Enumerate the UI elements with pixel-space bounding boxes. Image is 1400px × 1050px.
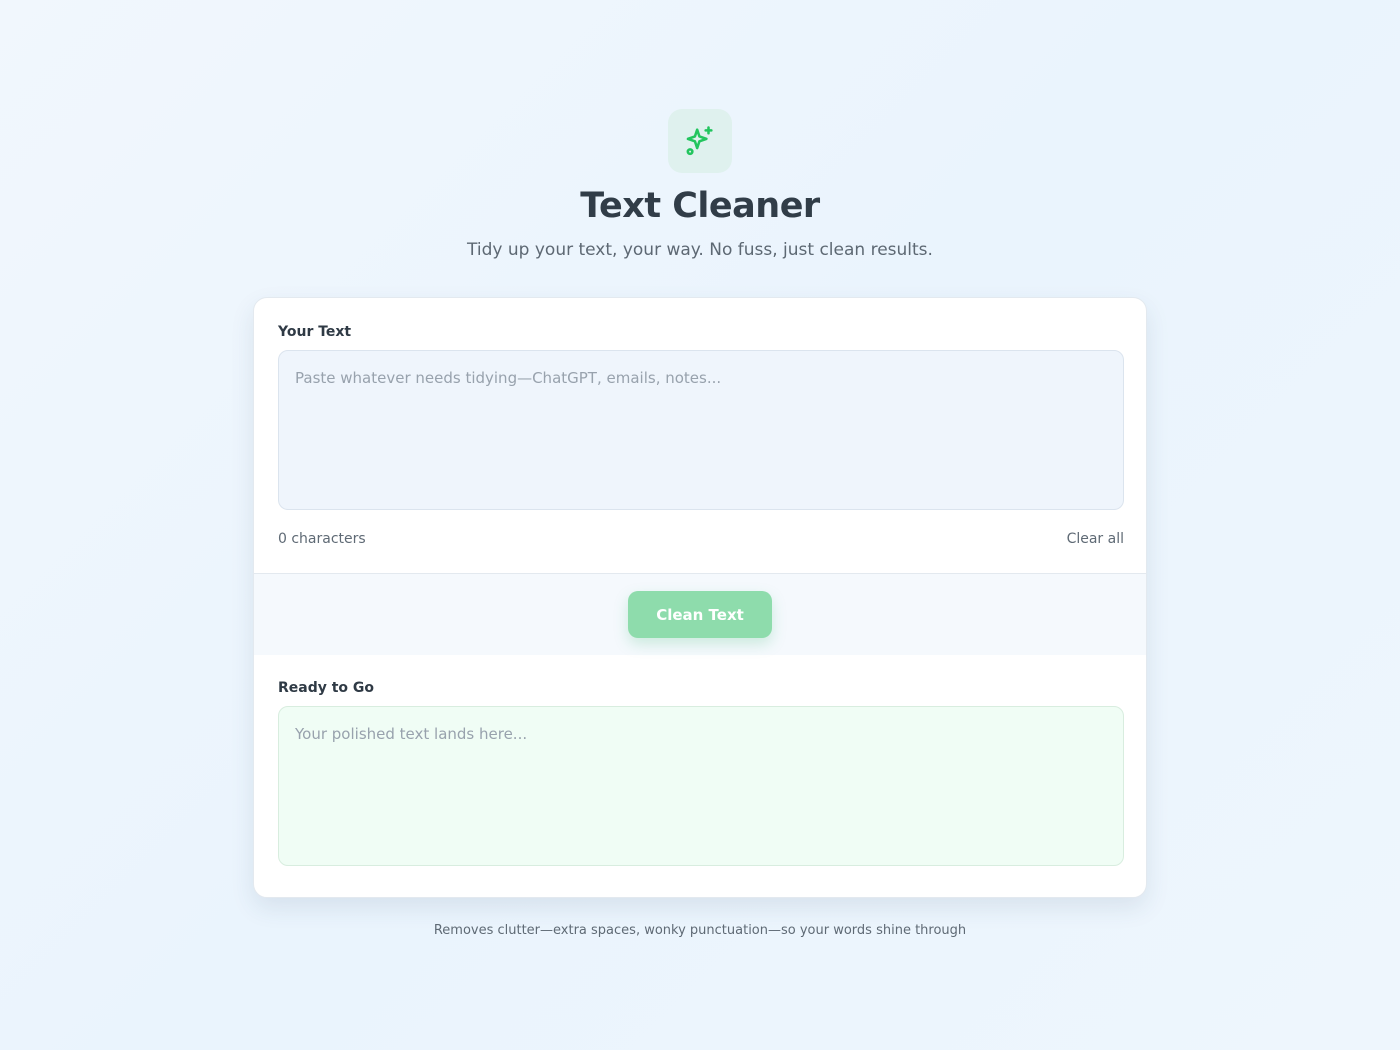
cleaner-card: Your Text 0 characters Clear all Clean T…: [253, 297, 1147, 898]
page-title: Text Cleaner: [580, 186, 820, 226]
action-bar: Clean Text: [254, 573, 1146, 655]
clear-all-button[interactable]: Clear all: [1067, 531, 1124, 547]
clean-text-button[interactable]: Clean Text: [628, 591, 772, 638]
input-meta-row: 0 characters Clear all: [278, 531, 1124, 547]
input-textarea[interactable]: [278, 350, 1124, 510]
output-textarea[interactable]: [278, 706, 1124, 866]
app-logo-tile: [668, 109, 732, 173]
input-label: Your Text: [278, 324, 352, 340]
page-subtitle: Tidy up your text, your way. No fuss, ju…: [467, 240, 933, 260]
footer-note: Removes clutter—extra spaces, wonky punc…: [433, 923, 967, 938]
output-label: Ready to Go: [278, 680, 375, 696]
sparkles-icon: [686, 126, 713, 156]
character-count: 0 characters: [278, 531, 366, 547]
